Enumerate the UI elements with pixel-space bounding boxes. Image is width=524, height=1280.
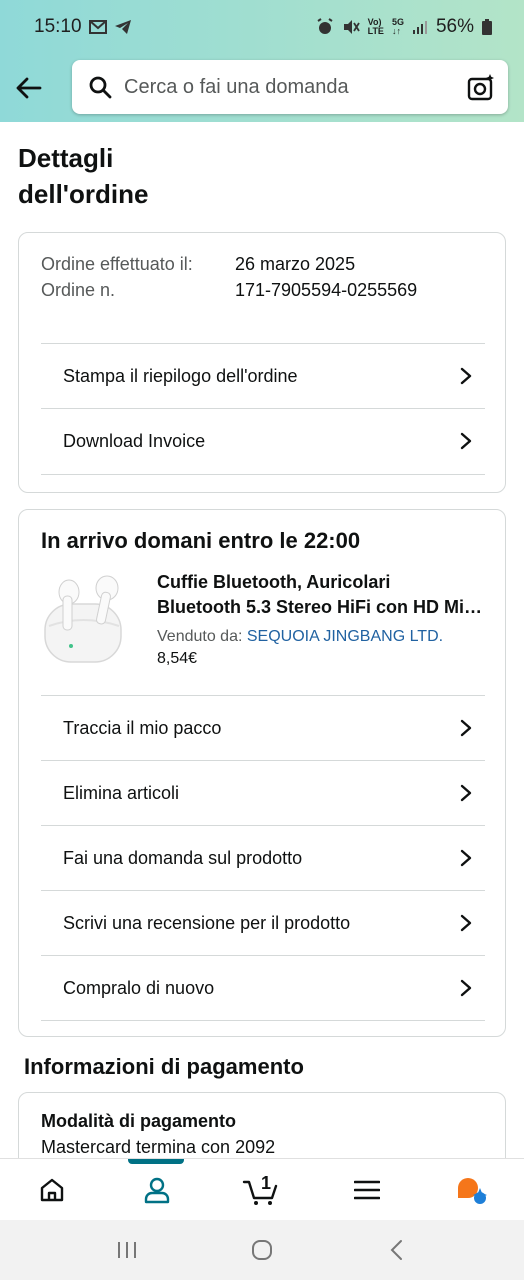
gmail-icon	[88, 20, 107, 34]
order-info-labels: Ordine effettuato il: Ordine n.	[41, 251, 235, 303]
shipment-card: In arrivo domani entro le 22:00 Cuffie B…	[18, 509, 506, 1037]
chevron-left-icon	[390, 1240, 402, 1260]
rufus-icon	[457, 1177, 487, 1204]
recent-apps-button[interactable]	[102, 1230, 152, 1270]
order-summary-card: Ordine effettuato il: Ordine n. 26 marzo…	[18, 232, 506, 493]
back-button[interactable]	[0, 60, 56, 116]
mute-icon	[343, 20, 360, 34]
product-image[interactable]	[41, 570, 131, 670]
order-date: 26 marzo 2025	[235, 254, 356, 274]
system-nav-bar	[0, 1220, 524, 1280]
print-summary-button[interactable]: Stampa il riepilogo dell'ordine	[41, 343, 485, 408]
bottom-nav: 1	[0, 1158, 524, 1220]
menu-row-label: Compralo di nuovo	[63, 977, 215, 998]
arrow-left-icon	[16, 77, 42, 99]
signal-icon	[412, 21, 427, 34]
remove-items-button[interactable]: Elimina articoli	[41, 760, 485, 825]
page-title: Dettagli dell'ordine	[18, 143, 149, 209]
earbuds-image	[44, 575, 122, 663]
cart-count: 1	[260, 1172, 271, 1193]
clock: 15:10	[34, 16, 82, 37]
chevron-right-icon	[460, 432, 472, 450]
nav-rufus[interactable]	[442, 1160, 502, 1220]
menu-row-label: Scrivi una recensione per il prodotto	[63, 912, 351, 933]
buy-again-button[interactable]: Compralo di nuovo	[41, 955, 485, 1020]
product-title[interactable]: Cuffie Bluetooth, Auricolari Bluetooth 5…	[157, 570, 487, 620]
recent-apps-icon	[118, 1242, 137, 1258]
telegram-icon	[114, 20, 131, 34]
ask-question-button[interactable]: Fai una domanda sul prodotto	[41, 825, 485, 890]
seller-info: Venduto da: SEQUOIA JINGBANG LTD.	[157, 628, 487, 646]
write-review-button[interactable]: Scrivi una recensione per il prodotto	[41, 890, 485, 955]
chevron-right-icon	[460, 719, 472, 737]
menu-row-label: Elimina articoli	[63, 782, 180, 803]
camera-search-icon[interactable]	[466, 72, 496, 102]
nav-account[interactable]	[127, 1160, 187, 1220]
order-details-page: Dettagli dell'ordine Ordine effettuato i…	[0, 122, 524, 1158]
menu-icon	[353, 1180, 380, 1199]
alarm-icon	[317, 18, 333, 34]
nav-menu[interactable]	[337, 1160, 397, 1220]
nav-cart[interactable]: 1	[232, 1160, 292, 1220]
back-system-button[interactable]	[372, 1230, 422, 1270]
menu-row-label: Stampa il riepilogo dell'ordine	[63, 365, 298, 386]
order-number-label: Ordine n.	[41, 280, 116, 300]
home-circle-icon	[251, 1240, 272, 1260]
payment-method-value: Mastercard termina con 2092	[41, 1137, 276, 1157]
payment-method-label: Modalità di pagamento	[41, 1111, 237, 1131]
volte-icon: Vo) LTE	[367, 17, 384, 36]
order-info: Ordine effettuato il: Ordine n. 26 marzo…	[41, 251, 417, 303]
nav-home[interactable]	[22, 1160, 82, 1220]
chevron-right-icon	[460, 784, 472, 802]
chevron-right-icon	[460, 914, 472, 932]
app-header	[0, 54, 524, 122]
product-info: Cuffie Bluetooth, Auricolari Bluetooth 5…	[157, 570, 487, 668]
delivery-estimate: In arrivo domani entro le 22:00	[41, 528, 361, 553]
battery-level: 56%	[435, 16, 474, 37]
payment-card: Modalità di pagamento Mastercard termina…	[18, 1092, 506, 1158]
payment-section-title: Informazioni di pagamento	[24, 1054, 304, 1079]
search-bar[interactable]	[72, 60, 508, 114]
order-date-label: Ordine effettuato il:	[41, 254, 193, 274]
chevron-right-icon	[460, 367, 472, 385]
home-button[interactable]	[237, 1230, 287, 1270]
search-input[interactable]	[124, 75, 466, 99]
home-icon	[41, 1178, 64, 1201]
order-info-values: 26 marzo 2025 171-7905594-0255569	[235, 251, 417, 303]
product-title-line1: Cuffie Bluetooth, Auricolari	[157, 572, 391, 592]
divider	[41, 1020, 485, 1021]
product-title-line2: Bluetooth 5.3 Stereo HiFi con HD Microfo…	[157, 597, 487, 617]
track-package-button[interactable]: Traccia il mio pacco	[41, 695, 485, 760]
account-icon	[144, 1177, 170, 1203]
order-number: 171-7905594-0255569	[235, 280, 418, 300]
chevron-right-icon	[460, 849, 472, 867]
menu-row-label: Traccia il mio pacco	[63, 717, 222, 738]
divider	[41, 474, 485, 475]
status-bar: 15:10 Vo) LTE 5G ↓↑ 56%	[0, 0, 524, 54]
menu-row-label: Fai una domanda sul prodotto	[63, 847, 303, 868]
download-invoice-button[interactable]: Download Invoice	[41, 408, 485, 473]
search-icon	[89, 76, 112, 99]
seller-link[interactable]: SEQUOIA JINGBANG LTD.	[247, 628, 443, 645]
menu-row-label: Download Invoice	[63, 430, 206, 451]
seller-label: Venduto da:	[157, 628, 243, 645]
chevron-right-icon	[460, 979, 472, 997]
5g-icon: 5G ↓↑	[391, 17, 404, 36]
battery-icon	[482, 19, 492, 35]
product-price: 8,54€	[157, 650, 198, 667]
